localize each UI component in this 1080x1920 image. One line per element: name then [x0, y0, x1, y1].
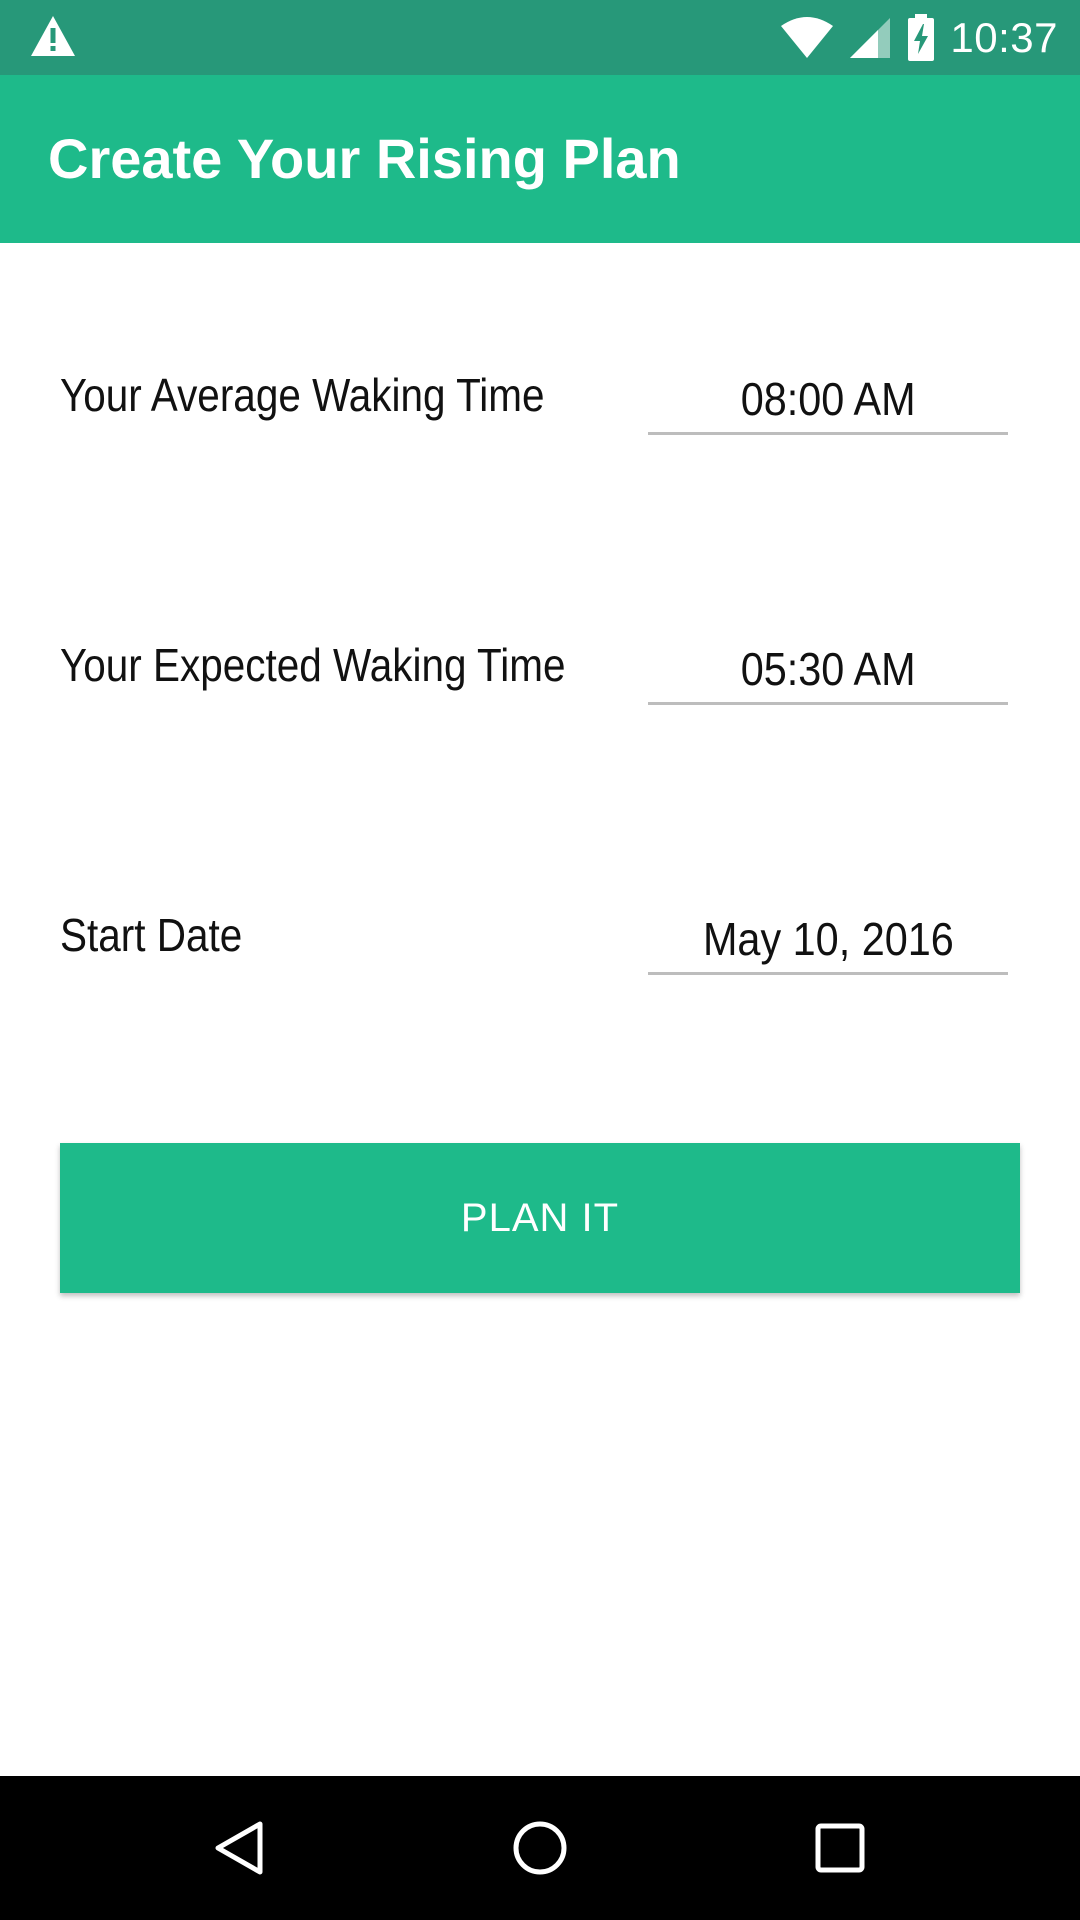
average-waking-time-label: Your Average Waking Time [60, 369, 545, 421]
battery-charging-icon [908, 13, 935, 61]
status-time: 10:37 [950, 13, 1058, 61]
average-waking-time-field[interactable]: 08:00 AM [648, 366, 1008, 435]
back-icon [215, 1821, 263, 1875]
page-title: Create Your Rising Plan [48, 127, 681, 190]
home-icon [513, 1821, 567, 1875]
expected-waking-time-value: 05:30 AM [740, 643, 916, 695]
expected-waking-time-label: Your Expected Waking Time [60, 639, 566, 691]
status-icons: 10:37 [780, 0, 1058, 75]
average-waking-time-value: 08:00 AM [740, 373, 916, 425]
wifi-icon [781, 16, 834, 58]
screen: 10:37 Create Your Rising Plan Your Avera… [0, 0, 1080, 1920]
status-bar: 10:37 [0, 0, 1080, 75]
back-button[interactable] [150, 1776, 330, 1920]
app-bar: Create Your Rising Plan [0, 75, 1080, 243]
start-date-value: May 10, 2016 [702, 913, 954, 965]
start-date-field[interactable]: May 10, 2016 [648, 906, 1008, 975]
signal-icon [850, 17, 891, 58]
home-button[interactable] [450, 1776, 630, 1920]
recents-button[interactable] [750, 1776, 930, 1920]
recents-icon [815, 1823, 865, 1873]
plan-it-button[interactable]: PLAN IT [60, 1143, 1020, 1293]
expected-waking-time-field[interactable]: 05:30 AM [648, 636, 1008, 705]
warning-icon [31, 16, 75, 56]
start-date-label: Start Date [60, 909, 243, 961]
navigation-bar [0, 1776, 1080, 1920]
